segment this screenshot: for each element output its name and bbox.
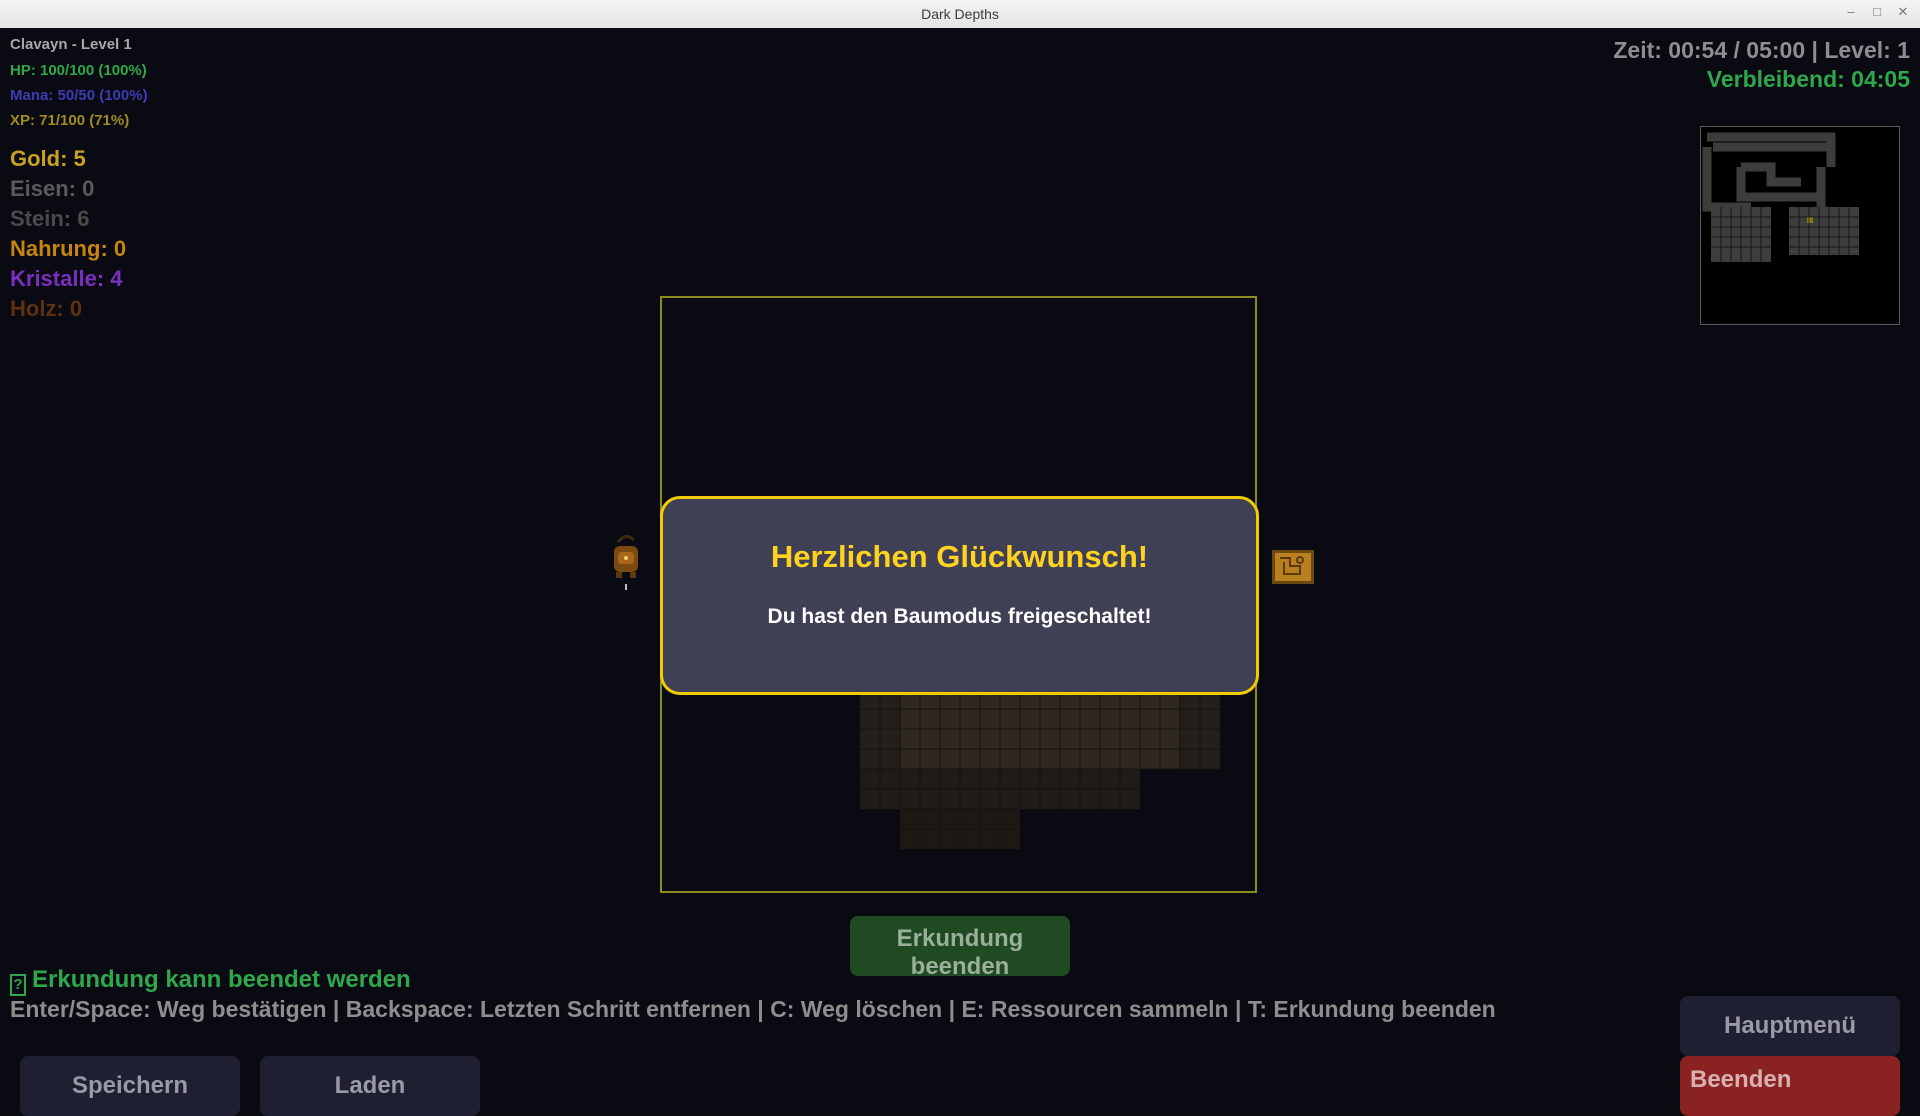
mana-stat: Mana: 50/50 (100%) — [10, 87, 148, 104]
end-exploration-button[interactable]: Erkundung beenden — [850, 916, 1070, 980]
close-icon[interactable]: ✕ — [1894, 4, 1912, 20]
exploration-status-text: Erkundung kann beendet werden — [32, 966, 411, 993]
exploration-status: ? Erkundung kann beendet werden — [10, 966, 411, 996]
load-button[interactable]: Laden — [260, 1056, 480, 1116]
time-remaining: Verbleibend: 04:05 — [1706, 66, 1910, 92]
stone-resource: Stein: 6 — [10, 206, 90, 231]
iron-resource: Eisen: 0 — [10, 176, 95, 201]
question-icon: ? — [10, 974, 26, 996]
time-level-readout: Zeit: 00:54 / 05:00 | Level: 1 — [1613, 37, 1910, 63]
wood-resource: Holz: 0 — [10, 296, 83, 321]
maximize-icon[interactable]: □ — [1868, 4, 1886, 19]
player-character-icon — [614, 535, 638, 590]
food-resource: Nahrung: 0 — [10, 236, 127, 261]
quit-button[interactable]: Beenden — [1680, 1056, 1900, 1116]
minimize-icon[interactable]: – — [1842, 4, 1860, 19]
minimap — [1700, 126, 1900, 325]
player-name-level: Clavayn - Level 1 — [10, 36, 132, 53]
unlock-dialog: Herzlichen Glückwunsch! Du hast den Baum… — [660, 496, 1259, 695]
main-menu-button[interactable]: Hauptmenü — [1680, 996, 1900, 1056]
game-viewport: Clavayn - Level 1 HP: 100/100 (100%) Man… — [0, 28, 1920, 1116]
save-button[interactable]: Speichern — [20, 1056, 240, 1116]
minimap-dungeon — [1702, 132, 1859, 262]
dialog-title: Herzlichen Glückwunsch! — [770, 539, 1149, 574]
dungeon-floor-tiles — [860, 689, 1220, 849]
xp-stat: XP: 71/100 (71%) — [10, 112, 130, 129]
treasure-map-icon[interactable] — [1270, 546, 1316, 588]
window-title: Dark Depths — [921, 6, 999, 22]
window-titlebar: Dark Depths – □ ✕ — [0, 0, 1920, 29]
crystals-resource: Kristalle: 4 — [10, 266, 123, 291]
dialog-message: Du hast den Baumodus freigeschaltet! — [767, 605, 1152, 628]
hp-stat: HP: 100/100 (100%) — [10, 62, 147, 79]
controls-hint: Enter/Space: Weg bestätigen | Backspace:… — [10, 996, 1496, 1022]
gold-resource: Gold: 5 — [10, 146, 86, 171]
